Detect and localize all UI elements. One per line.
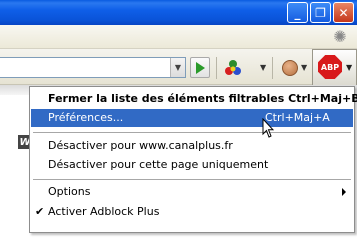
- adblock-plus-menu: Fermer la liste des éléments filtrables …: [29, 86, 357, 233]
- go-button[interactable]: [190, 57, 210, 78]
- navigation-toolbar: ▼ ▼ ▼: [0, 49, 357, 85]
- adblock-plus-icon: ABP: [318, 55, 342, 79]
- menu-item-enable-adblock[interactable]: ✔ Activer Adblock Plus: [31, 203, 353, 221]
- menu-toolbar: ✺: [0, 25, 357, 49]
- colored-dots-icon[interactable]: [224, 59, 242, 77]
- title-bar: _ ❐ ✕: [0, 0, 357, 25]
- restore-button[interactable]: ❐: [310, 2, 331, 23]
- throbber-icon: ✺: [333, 27, 347, 46]
- menu-item-label: Désactiver pour www.canalplus.fr: [48, 139, 233, 152]
- menu-item-label: Préférences...: [48, 111, 124, 124]
- menu-item-preferences[interactable]: Préférences... Ctrl+Maj+A: [31, 109, 353, 127]
- url-bar[interactable]: ▼: [0, 57, 186, 78]
- mouse-cursor-icon: [262, 118, 274, 138]
- go-arrow-icon: [195, 61, 205, 74]
- menu-item-shortcut: Ctrl+Maj+A: [265, 111, 330, 124]
- toolbar-separator: [272, 57, 273, 79]
- minimize-button[interactable]: _: [287, 2, 308, 23]
- cookie-icon[interactable]: [282, 60, 298, 76]
- adblock-plus-button[interactable]: ABP ▼: [312, 49, 357, 85]
- url-dropdown-icon[interactable]: ▼: [170, 58, 185, 77]
- close-icon: ✕: [338, 5, 349, 20]
- toolbar-separator: [216, 57, 217, 79]
- chevron-down-icon[interactable]: ▼: [301, 63, 307, 72]
- minimize-icon: _: [294, 5, 301, 20]
- menu-item-close-filter-list[interactable]: Fermer la liste des éléments filtrables …: [31, 90, 357, 108]
- restore-icon: ❐: [315, 5, 326, 20]
- close-window-button[interactable]: ✕: [333, 2, 354, 23]
- menu-separator: [33, 179, 351, 180]
- menu-item-disable-site[interactable]: Désactiver pour www.canalplus.fr: [31, 137, 353, 155]
- submenu-arrow-icon: [342, 188, 346, 196]
- menu-item-label: Activer Adblock Plus: [48, 205, 160, 218]
- menu-item-label: Options: [48, 185, 91, 198]
- checkmark-icon: ✔: [35, 205, 45, 218]
- menu-item-label: Désactiver pour cette page uniquement: [48, 158, 269, 171]
- chevron-down-icon[interactable]: ▼: [346, 63, 352, 72]
- menu-separator: [33, 132, 351, 133]
- chevron-down-icon[interactable]: ▼: [260, 63, 266, 72]
- menu-item-disable-page[interactable]: Désactiver pour cette page uniquement: [31, 156, 353, 174]
- menu-item-options[interactable]: Options: [31, 183, 353, 201]
- menu-item-label: Fermer la liste des éléments filtrables …: [48, 92, 357, 105]
